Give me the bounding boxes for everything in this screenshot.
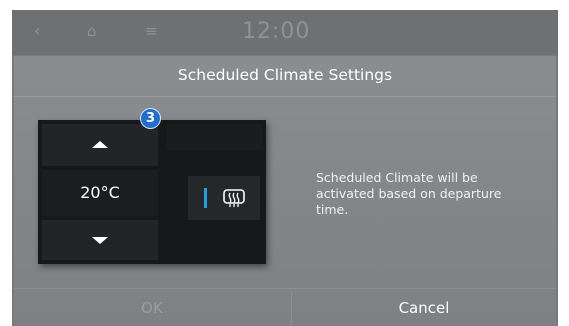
infotainment-screen: ‹ ⌂ ≡ 12:00 Scheduled Climate Settings 2… bbox=[12, 10, 558, 326]
temperature-value: 20°C bbox=[80, 183, 120, 202]
dialog-title: Scheduled Climate Settings bbox=[177, 66, 393, 84]
callout-badge: 3 bbox=[140, 108, 161, 129]
defrost-indicator-light bbox=[204, 188, 207, 208]
panel-blank-cell bbox=[166, 124, 262, 150]
status-bar: ‹ ⌂ ≡ 12:00 bbox=[12, 10, 558, 55]
temp-down-button[interactable] bbox=[42, 220, 158, 260]
back-chevron-icon[interactable]: ‹ bbox=[34, 21, 40, 41]
info-text: Scheduled Climate will be activated base… bbox=[316, 170, 502, 217]
button-row-divider bbox=[14, 288, 556, 289]
rear-defrost-button[interactable] bbox=[188, 176, 260, 220]
temp-up-button[interactable] bbox=[42, 124, 158, 166]
up-arrow-icon bbox=[92, 141, 108, 148]
climate-control-panel: 20°C bbox=[38, 120, 266, 264]
home-icon[interactable]: ⌂ bbox=[87, 21, 97, 41]
rear-defrost-icon bbox=[223, 189, 245, 207]
scheduled-climate-dialog: Scheduled Climate Settings 20°C 3 Schedu… bbox=[14, 56, 556, 326]
temperature-display: 20°C bbox=[42, 170, 158, 216]
cancel-button[interactable]: Cancel bbox=[292, 290, 556, 326]
down-arrow-icon bbox=[92, 237, 108, 244]
clock: 12:00 bbox=[242, 19, 311, 44]
menu-icon[interactable]: ≡ bbox=[145, 21, 158, 41]
title-divider bbox=[14, 96, 556, 97]
ok-button[interactable]: OK bbox=[14, 290, 290, 326]
